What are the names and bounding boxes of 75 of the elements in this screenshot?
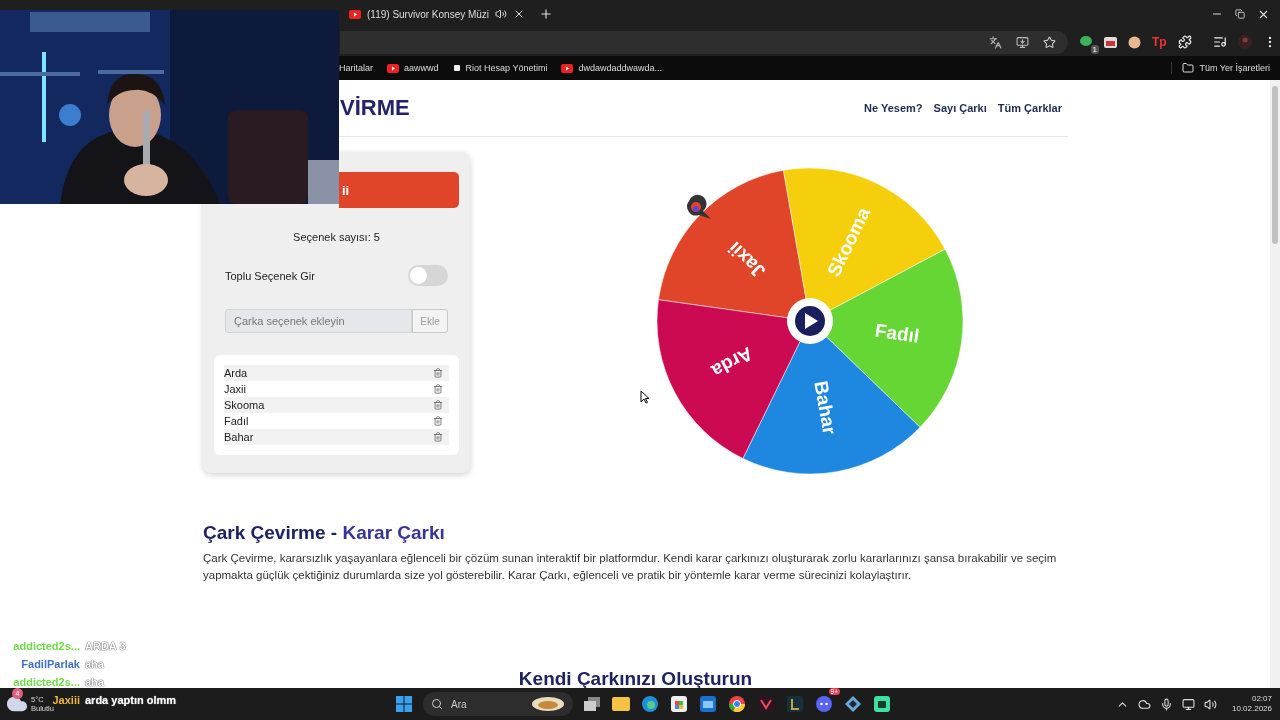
trash-icon[interactable] [433,400,443,410]
media-icon[interactable] [1212,35,1227,49]
install-icon[interactable] [1016,35,1029,49]
monitor-icon[interactable] [1181,697,1195,711]
extensions-icon[interactable] [1177,35,1192,49]
restore-icon[interactable] [1235,9,1245,19]
chat-username: addicted2s... [13,640,80,654]
wheel-label: Bahar [810,379,841,436]
all-bookmarks-link[interactable]: Tüm Yer İşaretleri [1171,62,1270,74]
robot-icon[interactable] [872,694,892,714]
v-logo-icon[interactable] [756,694,776,714]
task-view-icon[interactable] [582,694,602,714]
bookmark-link[interactable]: aawwwd [387,63,439,73]
star-icon[interactable] [1043,35,1056,49]
option-name: Fadıl [224,415,249,427]
video-icon [349,9,361,19]
l-logo-icon[interactable] [785,694,805,714]
chat-message: arda yaptın olmm [85,694,177,708]
chat-username: FadilParlak [21,658,80,672]
chat-message: aha [85,676,106,690]
chat-message: ARDA 3 [85,640,127,654]
search-bar[interactable]: Ara [423,692,573,716]
chat-app-icon[interactable] [814,694,834,714]
pin-icon [687,194,711,219]
play-button[interactable] [787,298,833,344]
translate-icon[interactable] [989,35,1002,49]
trash-icon[interactable] [433,384,443,394]
diamond-icon[interactable] [843,694,863,714]
nav-link[interactable]: Ne Yesem? [864,102,923,114]
nav-link[interactable]: Sayı Çarkı [933,102,987,114]
bookmark-link[interactable]: dwdawdaddwawda... [561,63,662,73]
store-icon[interactable] [669,694,689,714]
cloud-icon[interactable] [1137,697,1151,711]
chrome-icon[interactable] [727,694,747,714]
chat-username: addicted2s... [13,676,80,690]
trash-icon[interactable] [433,432,443,442]
bookmark-link[interactable]: Riot Hesap Yönetimi [452,63,548,73]
option-name: Bahar [224,431,254,443]
video-icon [387,63,399,73]
folder-icon [1182,62,1195,74]
video-icon [561,63,574,73]
wheel-label: Fadıl [873,319,921,347]
option-count: Seçenek sayısı: 5 [292,231,381,243]
site-logo: VİRME [340,95,410,121]
speaker-icon[interactable] [1203,697,1217,711]
extension-icon[interactable] [1080,36,1093,48]
bookmark-link[interactable]: Haritalar [339,63,373,73]
trash-icon[interactable] [433,368,443,378]
trash-icon[interactable] [433,416,443,426]
search-input[interactable]: Ara [449,697,525,711]
cursor-icon [640,390,650,404]
section-heading: Çark Çevirme - Karar Çarkı [203,522,446,544]
option-input[interactable]: Çarka seçenek ekleyin [225,309,412,333]
start-button[interactable] [394,694,414,714]
option-name: Skooma [224,399,265,411]
bulk-entry-label: Toplu Seçenek Gir [225,269,315,282]
option-name: Jaxii [224,383,246,395]
clock[interactable]: 02:07 10.02.2026 [1231,694,1272,714]
browser-icon[interactable] [640,694,660,714]
chat-message: aha [85,658,106,672]
window-icon[interactable] [1104,36,1117,48]
toggle-switch[interactable] [408,265,448,286]
nav-link[interactable]: Tüm Çarklar [997,102,1062,114]
extension-button[interactable]: Tp [1152,35,1167,49]
description-text: Çark Çevirme, kararsızlık yaşayanlara eğlenceli bir çözüm sunan interaktif bir platformdur. Kendi karar çarkınızı oluşturarak zorlu kararlarınızı şansa bırakabilir ve seçim yapmakta güçlük çektiğiniz durumlarda size yol gösterebilir. Karar Çarkı, eğlenceli ve pratik bir yöntemle karar verme sürecinizi kolaylaştırır. [203,551,1058,583]
mic-icon[interactable] [1159,697,1173,711]
extension-badge: 1 [1090,45,1099,54]
search-icon [431,698,443,710]
wheel-label: Arda [708,342,757,382]
browser-tab[interactable]: (119) Survivor Konsey Müzi [343,2,532,26]
spin-button[interactable]: ii [339,172,459,208]
option-name: Arda [224,367,248,379]
folder-icon[interactable] [611,694,631,714]
new-tab-icon[interactable] [539,7,554,21]
chat-username: Jaxiii [52,694,80,706]
